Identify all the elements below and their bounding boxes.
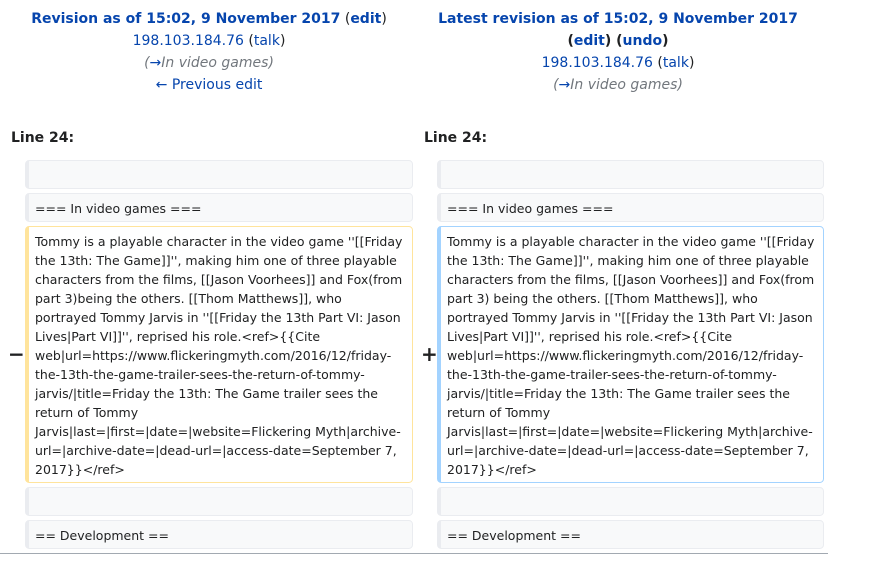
right-revision-title-link[interactable]: Latest revision as of 15:02, 9 November … [438,11,798,27]
left-section-arrow-link[interactable]: → [150,55,162,71]
right-revision-header: Latest revision as of 15:02, 9 November … [412,8,824,96]
left-empty-context-cell-2 [25,487,413,516]
right-user-link[interactable]: 198.103.184.76 [542,55,653,71]
right-edit-link[interactable]: edit [574,33,605,49]
right-empty-context-cell [437,160,824,189]
added-line-marker: + [421,342,438,366]
removed-line-text: Tommy is a playable character in the vid… [25,226,413,483]
right-context-heading: === In video games === [437,193,824,222]
left-edit-summary: (→In video games) [144,55,274,71]
right-empty-context-cell-2 [437,487,824,516]
added-line-text: Tommy is a playable character in the vid… [437,226,824,483]
left-line-number: Line 24: [11,130,75,146]
left-revision-title-link[interactable]: Revision as of 15:02, 9 November 2017 [31,11,340,27]
left-empty-context-cell [25,160,413,189]
right-talk-link[interactable]: talk [663,55,689,71]
right-line-number: Line 24: [424,130,488,146]
right-section-arrow-link[interactable]: → [559,77,571,93]
left-context-heading: === In video games === [25,193,413,222]
right-context-development: == Development == [437,520,824,549]
left-talk-link[interactable]: talk [254,33,280,49]
undo-link[interactable]: undo [623,33,663,49]
left-edit-link[interactable]: edit [350,11,381,27]
left-user-link[interactable]: 198.103.184.76 [133,33,244,49]
removed-line-marker: − [8,342,25,366]
diff-divider [0,553,828,554]
right-edit-summary: (→In video games) [553,77,683,93]
left-context-development: == Development == [25,520,413,549]
previous-edit-link[interactable]: ← Previous edit [156,77,263,93]
left-revision-header: Revision as of 15:02, 9 November 2017 (e… [0,8,418,96]
